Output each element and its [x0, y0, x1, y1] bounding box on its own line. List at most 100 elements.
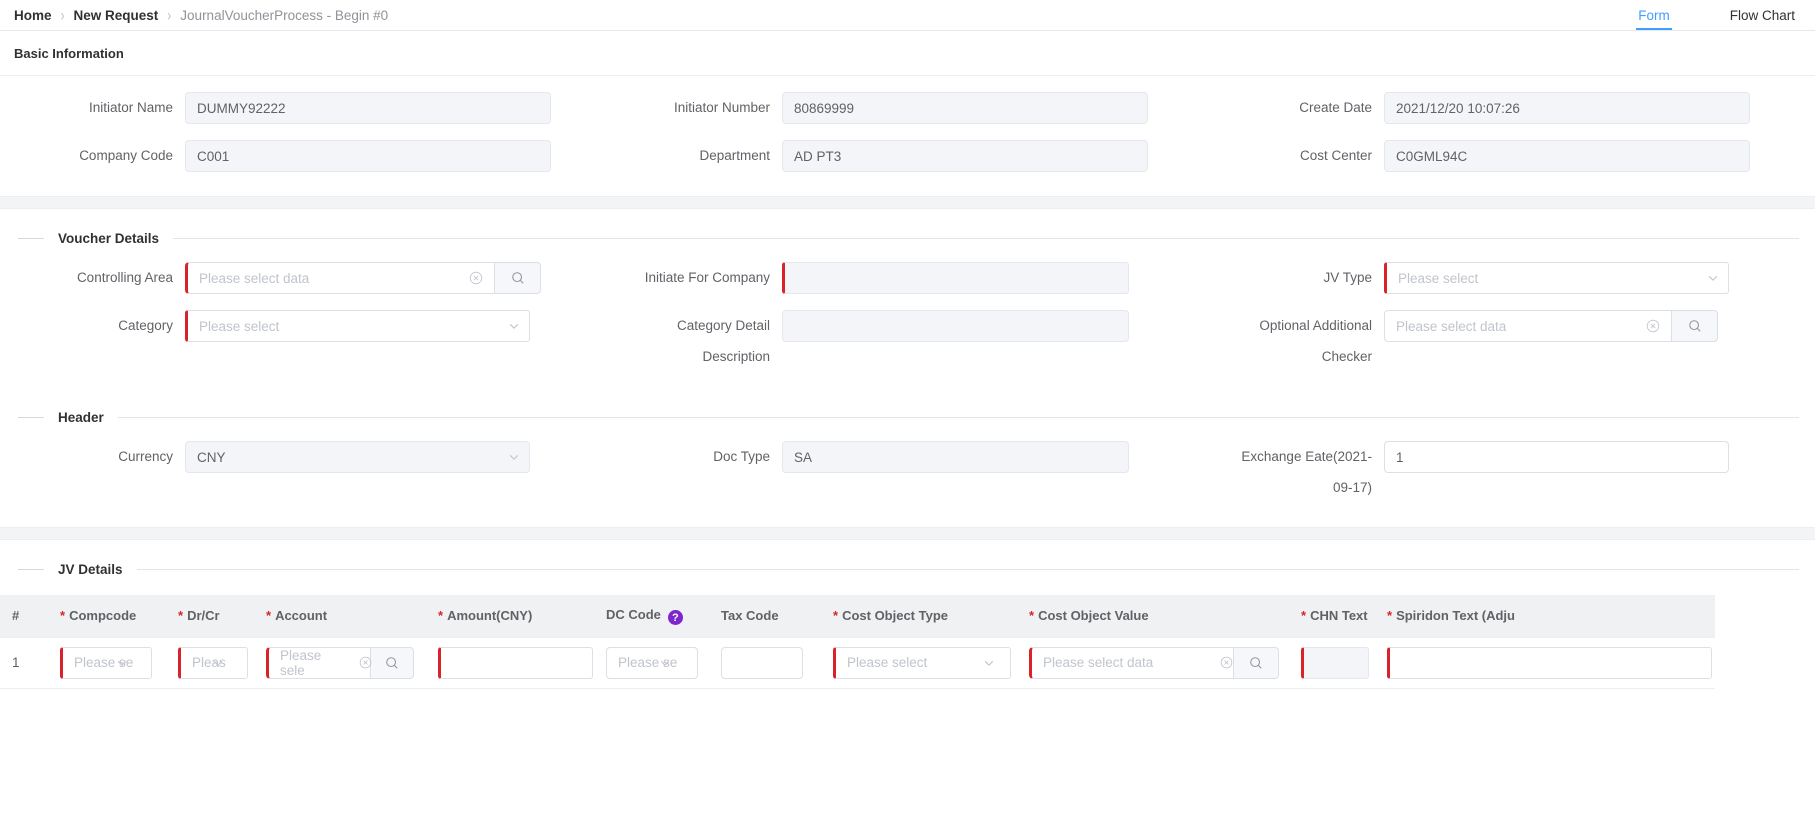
field-label: Initiate For Company [644, 270, 770, 285]
col-compcode: * Compcode [48, 595, 166, 638]
chn-text-input[interactable] [1301, 646, 1369, 679]
col-label: Spiridon Text (Adju [1396, 608, 1515, 624]
col-label: # [12, 608, 20, 624]
col-chn-text: * CHN Text [1289, 595, 1375, 638]
field-company-code: Company Code C001 [0, 140, 607, 188]
field-label: Cost Center [1299, 148, 1372, 163]
cell-cost-object-type: Please select [821, 637, 1017, 689]
cell-dc-code: Please se [594, 637, 709, 689]
field-category: Category Please select [0, 310, 607, 388]
field-optional-additional-checker: Optional Additional Checker Please selec… [1214, 310, 1815, 388]
placeholder-text: Please select data [199, 270, 310, 286]
tax-code-input[interactable] [721, 646, 803, 679]
search-button[interactable] [370, 646, 414, 679]
clear-icon[interactable] [1220, 647, 1233, 679]
controlling-area-input[interactable]: Please select data [185, 262, 495, 294]
exchange-rate-input[interactable]: 1 [1384, 441, 1729, 473]
initiator-number-input: 80869999 [782, 92, 1148, 124]
search-button[interactable] [1233, 646, 1279, 679]
jv-details-title: JV Details [58, 562, 123, 577]
search-icon [1250, 656, 1262, 669]
controlling-area-control: Please select data [185, 262, 541, 294]
clear-icon[interactable] [1646, 310, 1660, 342]
clear-icon[interactable] [359, 647, 372, 679]
label-line-2: Description [702, 349, 770, 364]
account-input[interactable]: Please sele [266, 646, 371, 679]
voucher-details-fields: Controlling Area Please select data Init… [0, 246, 1815, 396]
search-button[interactable] [1671, 310, 1718, 342]
search-button[interactable] [494, 262, 541, 294]
col-dc-code: DC Code? [594, 595, 709, 638]
table-header-row: # * Compcode * Dr/Cr * Account * Amount(CNY)… [0, 595, 1715, 638]
basic-information-title: Basic Information [0, 31, 1815, 76]
field-label: Doc Type [713, 449, 770, 464]
dc-code-select[interactable]: Please se [606, 646, 698, 679]
required-asterisk: * [438, 608, 444, 624]
tab-flow-chart[interactable]: Flow Chart [1728, 0, 1797, 30]
voucher-details-section: Voucher Details Controlling Area Please … [0, 209, 1815, 527]
spiridon-text-input[interactable] [1387, 646, 1712, 679]
header-section-title: Header [58, 410, 104, 425]
basic-information-panel: Basic Information Initiator Name DUMMY92… [0, 31, 1815, 196]
placeholder-text: Please select data [1396, 318, 1507, 334]
basic-information-fields: Initiator Name DUMMY92222 Initiator Numb… [0, 76, 1815, 196]
cell-chn-text [1289, 637, 1375, 689]
cost-object-value-input[interactable]: Please select data [1029, 646, 1234, 679]
placeholder-text: Please select [199, 318, 280, 334]
field-cost-center: Cost Center C0GML94C [1214, 140, 1815, 188]
department-input: AD PT3 [782, 140, 1148, 172]
breadcrumb-item-home[interactable]: Home [14, 8, 52, 23]
optional-additional-checker-control: Please select data [1384, 310, 1718, 342]
divider-dash [18, 417, 44, 418]
tab-form[interactable]: Form [1636, 0, 1672, 30]
breadcrumb-separator-icon: › [167, 5, 172, 25]
header-section-header: Header [0, 410, 1815, 425]
placeholder-text: Please select [1398, 270, 1479, 286]
placeholder-text: Please se [618, 655, 678, 670]
label-line-2: 09-17) [1332, 480, 1372, 495]
help-icon[interactable]: ? [667, 610, 683, 625]
field-department: Department AD PT3 [607, 140, 1214, 188]
field-label: Create Date [1299, 100, 1372, 115]
section-divider [0, 196, 1815, 209]
cell-account: Please sele [254, 637, 426, 689]
field-label: JV Type [1323, 270, 1372, 285]
col-spiridon-text: * Spiridon Text (Adju [1375, 595, 1715, 638]
field-label: Company Code [79, 148, 173, 163]
col-label: CHN Text [1310, 608, 1368, 624]
amount-input[interactable] [438, 646, 593, 679]
divider-dash [18, 238, 44, 239]
placeholder-text: Pleas [192, 655, 226, 670]
field-label: Initiator Number [673, 100, 770, 115]
jv-type-select[interactable]: Please select [1384, 262, 1729, 294]
required-asterisk: * [1301, 608, 1307, 624]
optional-additional-checker-input[interactable]: Please select data [1384, 310, 1672, 342]
category-select[interactable]: Please select [185, 310, 530, 342]
jv-details-header: JV Details [0, 562, 1815, 577]
label-line-2: Checker [1321, 349, 1372, 364]
view-tabs: Form Flow Chart [1580, 0, 1797, 30]
col-label: Tax Code [721, 608, 779, 624]
field-initiate-for-company: Initiate For Company [607, 262, 1214, 310]
compcode-select[interactable]: Please se [60, 646, 152, 679]
col-drcr: * Dr/Cr [166, 595, 254, 638]
required-asterisk: * [178, 608, 184, 624]
table-row: 1 Please se Pleas Please sele Please se … [0, 637, 1715, 689]
col-label: Cost Object Value [1038, 608, 1149, 624]
col-amount: * Amount(CNY) [426, 595, 594, 638]
header-section-fields: Currency CNY Doc Type SA Exchange Eate(2… [0, 425, 1815, 527]
cell-drcr: Pleas [166, 637, 254, 689]
cost-object-type-select[interactable]: Please select [833, 646, 1011, 679]
voucher-row-2: Category Please select Category Detail D… [0, 310, 1815, 388]
col-label: Amount(CNY) [447, 608, 533, 624]
drcr-select[interactable]: Pleas [178, 646, 248, 679]
cell-amount [426, 637, 594, 689]
clear-icon[interactable] [469, 262, 483, 294]
basic-info-row-1: Initiator Name DUMMY92222 Initiator Numb… [0, 92, 1815, 140]
col-label: Account [275, 608, 328, 624]
voucher-row-1: Controlling Area Please select data Init… [0, 262, 1815, 310]
breadcrumb-item-new-request[interactable]: New Request [74, 8, 159, 23]
col-index: # [0, 595, 48, 638]
currency-select: CNY [185, 441, 530, 473]
label-line-1: Optional Additional [1259, 318, 1372, 333]
